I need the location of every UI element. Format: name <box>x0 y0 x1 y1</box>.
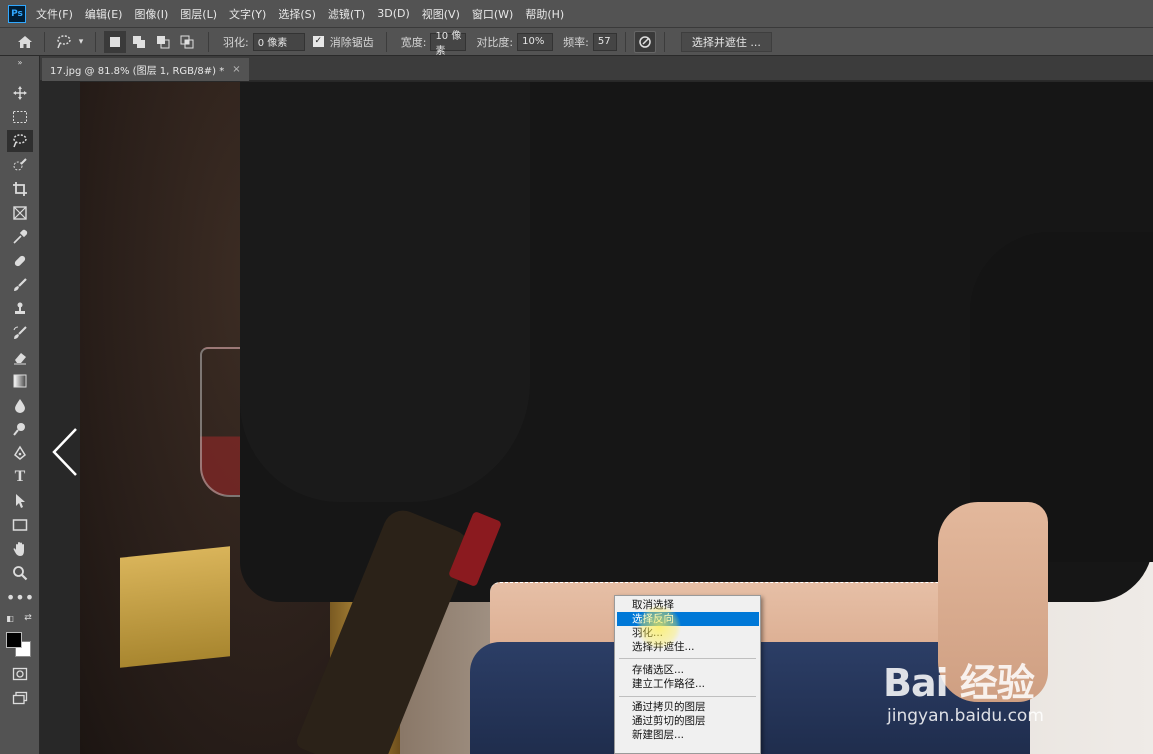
gradient-tool-icon[interactable] <box>7 370 33 392</box>
menu-help[interactable]: 帮助(H) <box>525 6 564 22</box>
width-label: 宽度: <box>400 35 427 49</box>
brush-tool-icon[interactable] <box>7 274 33 296</box>
blur-tool-icon[interactable] <box>7 394 33 416</box>
menu-item-save-selection[interactable]: 存储选区... <box>617 663 759 677</box>
menu-separator <box>619 658 756 659</box>
add-to-selection-button[interactable] <box>128 31 150 53</box>
quick-mask-icon[interactable] <box>7 663 33 685</box>
separator <box>208 31 209 52</box>
menu-window[interactable]: 窗口(W) <box>472 6 513 22</box>
marquee-tool-icon[interactable] <box>7 106 33 128</box>
history-brush-tool-icon[interactable] <box>7 322 33 344</box>
screen-mode-icon[interactable] <box>7 687 33 709</box>
frame-tool-icon[interactable] <box>7 202 33 224</box>
magnetic-lasso-tool-icon[interactable] <box>7 130 33 152</box>
new-selection-icon <box>110 36 120 47</box>
separator <box>44 31 45 52</box>
menu-file[interactable]: 文件(F) <box>36 6 73 22</box>
home-icon[interactable] <box>14 31 36 53</box>
menu-item-select-and-mask[interactable]: 选择并遮住... <box>617 640 759 654</box>
antialias-checkbox[interactable]: ✓ <box>312 36 324 47</box>
clone-stamp-tool-icon[interactable] <box>7 298 33 320</box>
tablet-pressure-button[interactable] <box>633 30 656 53</box>
move-tool-icon[interactable] <box>7 82 33 104</box>
menu-view[interactable]: 视图(V) <box>422 6 460 22</box>
eraser-tool-icon[interactable] <box>7 346 33 368</box>
separator <box>624 31 626 52</box>
image-box <box>120 546 230 668</box>
menu-item-layer-via-cut[interactable]: 通过剪切的图层 <box>617 714 759 728</box>
magnetic-lasso-preset-icon[interactable] <box>53 31 75 53</box>
separator <box>663 31 665 52</box>
baidu-watermark: Bai 经验 jingyan.baidu.com <box>883 652 1143 732</box>
select-and-mask-button[interactable]: 选择并遮住 ... <box>680 31 772 52</box>
frequency-input[interactable]: 57 <box>592 32 617 51</box>
menu-select[interactable]: 选择(S) <box>278 6 316 22</box>
antialias-label: 消除锯齿 <box>329 35 374 49</box>
foreground-color-swatch[interactable] <box>6 632 22 648</box>
subtract-selection-icon <box>157 35 170 48</box>
tablet-pressure-icon <box>639 35 651 48</box>
feather-input[interactable]: 0 像素 <box>252 32 305 51</box>
menu-item-layer-via-copy[interactable]: 通过拷贝的图层 <box>617 700 759 714</box>
add-selection-icon <box>133 35 145 48</box>
eyedropper-tool-icon[interactable] <box>7 226 33 248</box>
menu-image[interactable]: 图像(I) <box>134 6 168 22</box>
document-tab-title: 17.jpg @ 81.8% (图层 1, RGB/8#) * <box>50 66 225 77</box>
menu-type[interactable]: 文字(Y) <box>229 6 266 22</box>
menu-separator <box>619 696 756 697</box>
menu-filter[interactable]: 滤镜(T) <box>328 6 365 22</box>
more-tools-icon[interactable]: ••• <box>6 586 34 608</box>
quick-selection-tool-icon[interactable] <box>7 154 33 176</box>
menu-layer[interactable]: 图层(L) <box>180 6 217 22</box>
dodge-tool-icon[interactable] <box>7 418 33 440</box>
intersect-selection-button[interactable] <box>176 31 198 53</box>
watermark-url: jingyan.baidu.com <box>887 706 1044 726</box>
chevron-left-icon[interactable] <box>50 427 80 477</box>
default-colors-icon[interactable]: ◧ <box>4 613 16 623</box>
document-tab[interactable]: 17.jpg @ 81.8% (图层 1, RGB/8#) * × <box>42 58 249 81</box>
close-icon[interactable]: × <box>232 64 240 75</box>
crop-tool-icon[interactable] <box>7 178 33 200</box>
separator <box>385 31 387 52</box>
swap-colors-icon[interactable]: ⇄ <box>22 613 34 623</box>
rectangle-tool-icon[interactable] <box>7 514 33 536</box>
menu-item-feather[interactable]: 羽化... <box>617 626 759 640</box>
image-left-arm <box>240 82 530 502</box>
type-tool-icon[interactable]: T <box>7 466 33 488</box>
intersect-selection-icon <box>180 35 194 48</box>
document-tab-bar: 17.jpg @ 81.8% (图层 1, RGB/8#) * × <box>40 56 1153 81</box>
menu-edit[interactable]: 编辑(E) <box>85 6 123 22</box>
hand-tool-icon[interactable] <box>7 538 33 560</box>
subtract-from-selection-button[interactable] <box>152 31 174 53</box>
options-bar: ▾ 羽化: 0 像素 ✓ 消除锯齿 宽度: 10 像素 对比度: 10% 频率:… <box>0 28 1153 57</box>
new-selection-button[interactable] <box>104 30 126 53</box>
menu-item-new-layer[interactable]: 新建图层... <box>617 728 759 742</box>
menu-3d[interactable]: 3D(D) <box>377 7 410 20</box>
contrast-label: 对比度: <box>476 35 514 49</box>
separator <box>95 31 96 52</box>
contrast-input[interactable]: 10% <box>517 32 554 51</box>
frequency-label: 频率: <box>563 35 589 49</box>
feather-label: 羽化: <box>223 35 249 49</box>
healing-brush-tool-icon[interactable] <box>7 250 33 272</box>
zoom-tool-icon[interactable] <box>7 562 33 584</box>
photoshop-logo: Ps <box>8 4 26 23</box>
path-selection-tool-icon[interactable] <box>7 490 33 512</box>
panel-collapse-icon[interactable]: » <box>7 58 33 67</box>
menu-item-select-inverse[interactable]: 选择反向 <box>617 612 759 626</box>
pen-tool-icon[interactable] <box>7 442 33 464</box>
watermark-logo: Bai 经验 <box>883 661 1035 705</box>
menu-item-make-work-path[interactable]: 建立工作路径... <box>617 677 759 691</box>
menu-item-deselect[interactable]: 取消选择 <box>617 598 759 612</box>
context-menu: 取消选择 选择反向 羽化... 选择并遮住... 存储选区... 建立工作路径.… <box>614 595 761 754</box>
chevron-down-icon[interactable]: ▾ <box>75 31 87 53</box>
tools-panel: » T ••• ◧ ⇄ <box>0 56 40 754</box>
menu-bar: Ps 文件(F) 编辑(E) 图像(I) 图层(L) 文字(Y) 选择(S) 滤… <box>0 0 1153 28</box>
width-input[interactable]: 10 像素 <box>430 31 467 57</box>
